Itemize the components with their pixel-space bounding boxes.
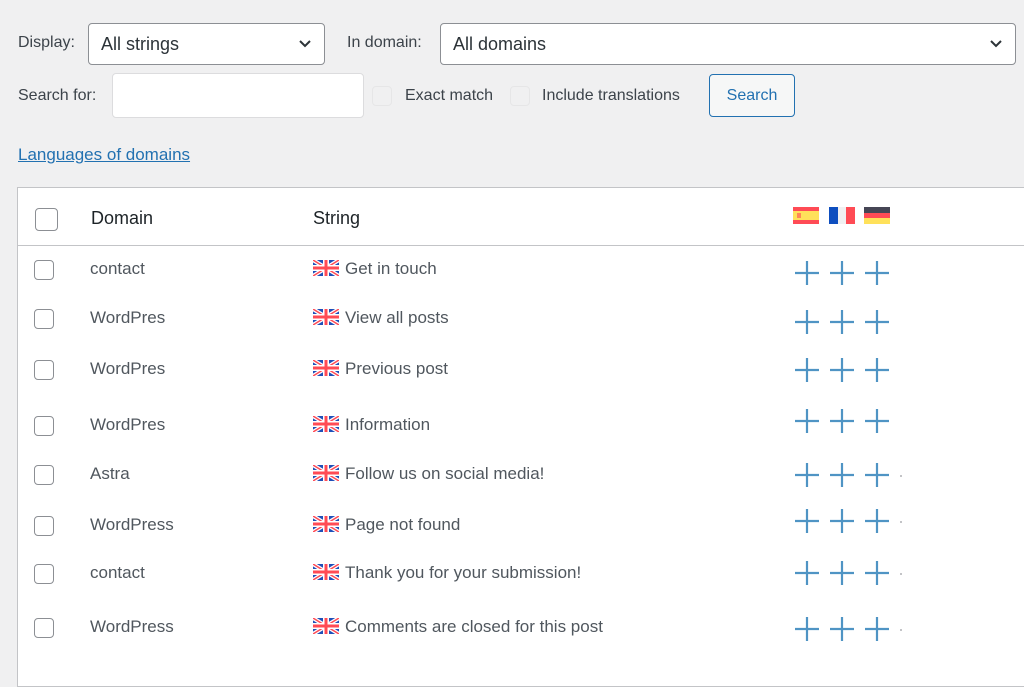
row-string-text: Comments are closed for this post [345,617,603,636]
row-domain: WordPres [90,359,166,378]
row-action-dot [900,629,902,631]
add-translation-de-plus-icon[interactable] [864,309,890,335]
uk-flag-icon [313,516,339,532]
add-translation-es-plus-icon[interactable] [794,260,820,286]
add-translation-fr-plus-icon[interactable] [829,462,855,488]
row-string[interactable]: Get in touch [313,259,437,279]
row-checkbox[interactable] [34,564,54,584]
row-string[interactable]: Follow us on social media! [313,464,544,484]
uk-flag-icon [313,465,339,481]
uk-flag-icon [313,309,339,325]
uk-flag-icon [313,618,339,634]
chevron-down-icon [990,40,1002,48]
row-string[interactable]: Thank you for your submission! [313,563,581,583]
add-translation-fr-plus-icon[interactable] [829,616,855,642]
search-button[interactable]: Search [709,74,795,117]
row-checkbox[interactable] [34,516,54,536]
row-domain: WordPres [90,308,166,327]
display-select-value: All strings [101,33,180,54]
exact-match-checkbox[interactable] [372,86,392,106]
add-translation-de-plus-icon[interactable] [864,560,890,586]
row-string-text: Thank you for your submission! [345,563,582,582]
add-translation-fr-plus-icon[interactable] [829,357,855,383]
row-string-text: View all posts [345,308,449,327]
display-label: Display: [18,34,75,51]
row-string-text: Page not found [345,515,461,534]
add-translation-es-plus-icon[interactable] [794,508,820,534]
uk-flag-icon [313,564,339,580]
germany-flag-icon [864,207,890,224]
add-translation-de-plus-icon[interactable] [864,616,890,642]
add-translation-de-plus-icon[interactable] [864,260,890,286]
column-header-string[interactable]: String [313,208,360,229]
languages-of-domains-link[interactable]: Languages of domains [18,145,190,165]
display-select[interactable]: All strings [88,23,325,65]
add-translation-de-plus-icon[interactable] [864,357,890,383]
add-translation-fr-plus-icon[interactable] [829,560,855,586]
search-input[interactable] [112,73,364,118]
row-string[interactable]: View all posts [313,308,449,328]
row-action-dot [900,521,902,523]
include-translations-label: Include translations [542,87,680,104]
table-header-divider [18,245,1024,246]
add-translation-de-plus-icon[interactable] [864,408,890,434]
add-translation-fr-plus-icon[interactable] [829,508,855,534]
chevron-down-icon [299,40,311,48]
row-checkbox[interactable] [34,465,54,485]
add-translation-fr-plus-icon[interactable] [829,260,855,286]
search-label: Search for: [18,87,97,104]
row-domain: contact [90,259,145,278]
spain-flag-icon [793,207,819,224]
column-header-domain[interactable]: Domain [91,208,153,229]
row-string[interactable]: Comments are closed for this post [313,617,603,637]
row-checkbox[interactable] [34,360,54,380]
row-string-text: Information [345,415,431,434]
domain-select-value: All domains [453,33,547,54]
row-action-dot [900,475,902,477]
domain-select[interactable]: All domains [440,23,1016,65]
row-domain: contact [90,563,145,582]
uk-flag-icon [313,260,339,276]
row-string[interactable]: Previous post [313,359,448,379]
row-domain: Astra [90,464,130,483]
add-translation-es-plus-icon[interactable] [794,560,820,586]
add-translation-fr-plus-icon[interactable] [829,408,855,434]
row-checkbox[interactable] [34,309,54,329]
row-string[interactable]: Page not found [313,515,460,535]
row-domain: WordPres [90,415,166,434]
row-domain: WordPress [90,617,174,636]
domain-label: In domain: [347,34,422,51]
row-checkbox[interactable] [34,260,54,280]
add-translation-es-plus-icon[interactable] [794,357,820,383]
add-translation-es-plus-icon[interactable] [794,462,820,488]
row-string[interactable]: Information [313,415,430,435]
uk-flag-icon [313,416,339,432]
row-action-dot [900,573,902,575]
strings-table: Domain String contact Get in touch WordPre… [17,187,1024,687]
add-translation-es-plus-icon[interactable] [794,616,820,642]
row-string-text: Previous post [345,359,448,378]
row-string-text: Get in touch [345,259,437,278]
row-checkbox[interactable] [34,618,54,638]
include-translations-checkbox[interactable] [510,86,530,106]
exact-match-label: Exact match [405,87,494,104]
add-translation-de-plus-icon[interactable] [864,462,890,488]
row-checkbox[interactable] [34,416,54,436]
row-string-text: Follow us on social media! [345,464,545,483]
add-translation-es-plus-icon[interactable] [794,408,820,434]
row-domain: WordPress [90,515,174,534]
uk-flag-icon [313,360,339,376]
add-translation-fr-plus-icon[interactable] [829,309,855,335]
select-all-checkbox[interactable] [35,208,58,231]
add-translation-de-plus-icon[interactable] [864,508,890,534]
add-translation-es-plus-icon[interactable] [794,309,820,335]
france-flag-icon [829,207,855,224]
